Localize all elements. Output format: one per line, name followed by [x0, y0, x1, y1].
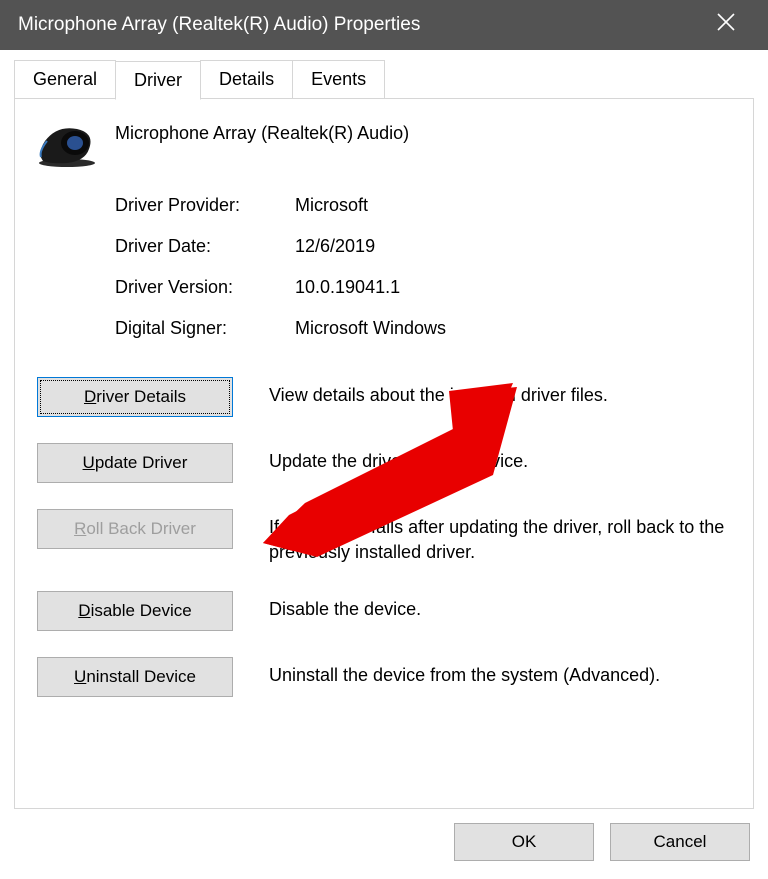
uninstall-device-row: Uninstall Device Uninstall the device fr…: [37, 657, 731, 697]
tab-details[interactable]: Details: [200, 60, 293, 99]
driver-version-value: 10.0.19041.1: [295, 277, 731, 298]
device-header: Microphone Array (Realtek(R) Audio): [37, 121, 731, 167]
tab-driver[interactable]: Driver: [115, 61, 201, 100]
driver-details-row: Driver Details View details about the in…: [37, 377, 731, 417]
driver-details-mnemonic: D: [84, 387, 96, 406]
tab-events[interactable]: Events: [292, 60, 385, 99]
disable-device-button[interactable]: Disable Device: [37, 591, 233, 631]
device-name: Microphone Array (Realtek(R) Audio): [115, 121, 409, 144]
driver-version-label: Driver Version:: [115, 277, 295, 298]
driver-date-label: Driver Date:: [115, 236, 295, 257]
dialog-footer: OK Cancel: [0, 809, 768, 879]
driver-provider-label: Driver Provider:: [115, 195, 295, 216]
roll-back-mnemonic: R: [74, 519, 86, 538]
driver-tab-panel: Microphone Array (Realtek(R) Audio) Driv…: [14, 98, 754, 809]
close-button[interactable]: [702, 13, 750, 37]
driver-provider-value: Microsoft: [295, 195, 731, 216]
webcam-icon: [37, 123, 97, 167]
digital-signer-label: Digital Signer:: [115, 318, 295, 339]
titlebar: Microphone Array (Realtek(R) Audio) Prop…: [0, 0, 768, 50]
roll-back-driver-row: Roll Back Driver If the device fails aft…: [37, 509, 731, 565]
ok-button[interactable]: OK: [454, 823, 594, 861]
digital-signer-value: Microsoft Windows: [295, 318, 731, 339]
update-driver-button[interactable]: Update Driver: [37, 443, 233, 483]
update-driver-mnemonic: U: [83, 453, 95, 472]
window-title: Microphone Array (Realtek(R) Audio) Prop…: [18, 14, 702, 36]
uninstall-device-button[interactable]: Uninstall Device: [37, 657, 233, 697]
tab-general[interactable]: General: [14, 60, 116, 99]
driver-details-button[interactable]: Driver Details: [37, 377, 233, 417]
update-driver-desc: Update the driver for this device.: [269, 443, 528, 474]
driver-details-desc: View details about the installed driver …: [269, 377, 608, 408]
cancel-button[interactable]: Cancel: [610, 823, 750, 861]
disable-device-mnemonic: D: [78, 601, 90, 620]
disable-device-row: Disable Device Disable the device.: [37, 591, 731, 631]
update-driver-row: Update Driver Update the driver for this…: [37, 443, 731, 483]
roll-back-driver-desc: If the device fails after updating the d…: [269, 509, 731, 565]
uninstall-device-mnemonic: U: [74, 667, 86, 686]
close-icon: [717, 13, 735, 31]
driver-date-value: 12/6/2019: [295, 236, 731, 257]
roll-back-driver-button: Roll Back Driver: [37, 509, 233, 549]
disable-device-desc: Disable the device.: [269, 591, 421, 622]
tab-strip: General Driver Details Events: [0, 50, 768, 98]
properties-window: Microphone Array (Realtek(R) Audio) Prop…: [0, 0, 768, 879]
driver-info-grid: Driver Provider: Microsoft Driver Date: …: [115, 195, 731, 339]
uninstall-device-desc: Uninstall the device from the system (Ad…: [269, 657, 660, 688]
